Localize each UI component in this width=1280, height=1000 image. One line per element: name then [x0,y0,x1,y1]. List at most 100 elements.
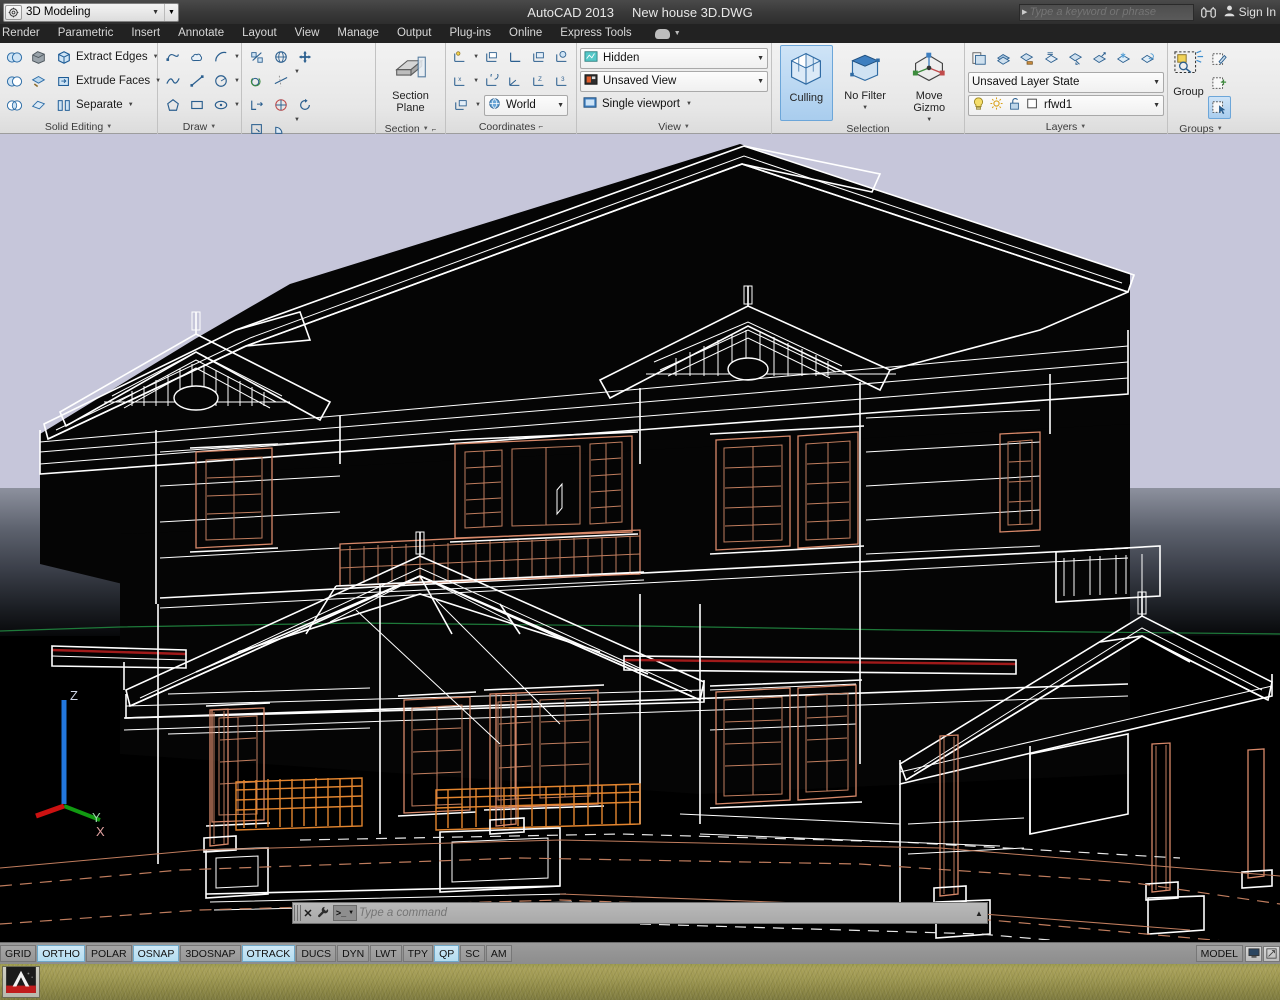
spline-icon[interactable] [161,70,184,93]
layer-color-swatch[interactable] [1026,97,1039,113]
polyline-icon[interactable] [161,46,184,69]
3d-move-icon[interactable] [293,45,316,68]
arc-icon[interactable] [209,46,232,69]
layer-match-icon[interactable] [992,47,1015,70]
chevron-up-icon[interactable]: ▲ [971,909,987,918]
status-qp[interactable]: QP [434,945,460,962]
status-otrack[interactable]: OTRACK [241,945,296,962]
ucs-origin-icon[interactable] [504,46,526,69]
tab-insert[interactable]: Insert [122,24,169,43]
group-selection-toggle-icon[interactable] [1208,95,1231,119]
command-line-grip[interactable] [294,905,301,921]
search-dropdown-icon[interactable]: ▶ [1020,8,1030,16]
status-grid[interactable]: GRID [0,945,37,962]
layer-off-icon[interactable] [1064,47,1087,70]
culling-button[interactable]: Culling [780,45,833,121]
chevron-down-icon[interactable]: ▼ [684,124,690,130]
3d-rotate-icon[interactable] [245,69,268,92]
group-button[interactable]: Group [1171,45,1206,121]
imprint-icon[interactable] [27,70,50,93]
chevron-down-icon[interactable]: ▼ [862,102,868,114]
command-line[interactable]: ✕ >_▼ ▲ [292,902,988,924]
tab-render[interactable]: Render [2,24,49,43]
subobject-filter-button[interactable]: No Filter ▼ [839,45,892,121]
layer-thaw-icon[interactable] [1136,47,1159,70]
panel-title-draw[interactable]: Draw ▼ [158,119,241,134]
ucs-z-icon[interactable]: Z [527,70,549,93]
status-osnap[interactable]: OSNAP [132,945,180,962]
expand-icon[interactable] [1263,945,1280,962]
status-am[interactable]: AM [485,945,512,962]
separate-button[interactable]: Separate ▼ [52,94,166,117]
subtract-icon[interactable] [3,70,26,93]
chevron-down-icon[interactable]: ▼ [674,30,681,37]
tab-plugins[interactable]: Plug-ins [440,24,500,43]
chevron-down-icon[interactable]: ▼ [293,69,301,92]
tab-annotate[interactable]: Annotate [169,24,233,43]
ucs-icon[interactable] [449,46,471,69]
chevron-down-icon[interactable]: ▼ [685,101,693,107]
chevron-down-icon[interactable]: ▼ [1153,79,1160,86]
workspace-switcher[interactable]: 3D Modeling ▼ ▼ [3,2,179,22]
chevron-down-icon[interactable]: ▼ [233,102,241,108]
trim-icon[interactable] [269,69,292,92]
status-tpy[interactable]: TPY [402,945,434,962]
rectangle-icon[interactable] [185,94,208,117]
monitor-icon[interactable] [1245,945,1262,962]
chevron-down-icon[interactable]: ▼ [233,78,241,84]
chevron-down-icon[interactable]: ▼ [210,124,216,130]
section-plane-button[interactable]: Section Plane [382,45,440,121]
search-input[interactable] [1029,6,1193,18]
model-space-button[interactable]: MODEL [1195,945,1243,962]
tab-layout[interactable]: Layout [233,24,286,43]
tab-parametric[interactable]: Parametric [49,24,123,43]
panel-dialog-launcher-icon[interactable]: ⌐ [432,125,437,134]
circle-icon[interactable] [209,70,232,93]
chevron-down-icon[interactable]: ▼ [152,9,159,16]
tab-online[interactable]: Online [500,24,551,43]
extrude-faces-button[interactable]: Extrude Faces ▼ [52,70,166,93]
polygon-icon[interactable] [161,94,184,117]
chevron-down-icon[interactable]: ▼ [472,78,480,84]
ucs-named-icon[interactable] [481,46,503,69]
status-3dosnap[interactable]: 3DOSNAP [180,945,241,962]
close-icon[interactable]: ✕ [301,907,315,920]
clean-icon[interactable] [27,94,50,117]
3d-align-icon[interactable] [269,45,292,68]
layer-freeze-icon[interactable] [1112,47,1135,70]
ucs-x-icon[interactable]: x [449,70,471,93]
layer-properties-icon[interactable] [968,47,991,70]
group-manager-icon[interactable] [1208,72,1231,95]
named-view-selector[interactable]: Unsaved View ▼ [580,70,768,92]
3d-rotate2-icon[interactable] [293,93,316,116]
solid-shell-icon[interactable] [27,46,50,69]
visual-style-selector[interactable]: Hidden ▼ [580,47,768,69]
chevron-down-icon[interactable]: ▼ [1153,102,1160,109]
viewport-config-selector[interactable]: Single viewport ▼ [580,94,768,115]
chevron-down-icon[interactable]: ▼ [757,78,764,85]
status-sc[interactable]: SC [460,945,485,962]
command-input[interactable] [359,907,971,919]
ucs-view-icon[interactable] [504,70,526,93]
panel-title-view[interactable]: View ▼ [577,119,771,134]
layer-isolate-icon[interactable] [1040,47,1063,70]
status-dyn[interactable]: DYN [337,945,370,962]
chevron-down-icon[interactable]: ▼ [472,54,480,60]
union-icon[interactable] [3,46,26,69]
move-gizmo-button[interactable]: Move Gizmo ▼ [897,45,961,123]
panel-title-layers[interactable]: Layers ▼ [965,119,1167,134]
chevron-down-icon[interactable]: ▼ [757,55,764,62]
lightbulb-icon[interactable] [972,96,985,114]
sun-icon[interactable] [990,97,1003,113]
3d-mirror-icon[interactable] [269,93,292,116]
search-box[interactable]: ▶ [1018,3,1194,21]
chevron-down-icon[interactable]: ▼ [423,126,429,132]
ellipse-icon[interactable] [209,94,232,117]
ucs-face-icon[interactable] [527,46,549,69]
ucs-display-icon[interactable] [449,94,472,117]
tab-manage[interactable]: Manage [328,24,388,43]
panel-dialog-launcher-icon[interactable]: ⌐ [538,122,543,131]
layer-previous-icon[interactable] [1016,47,1039,70]
intersect-icon[interactable] [3,94,26,117]
chevron-down-icon[interactable]: ▼ [1217,126,1223,132]
